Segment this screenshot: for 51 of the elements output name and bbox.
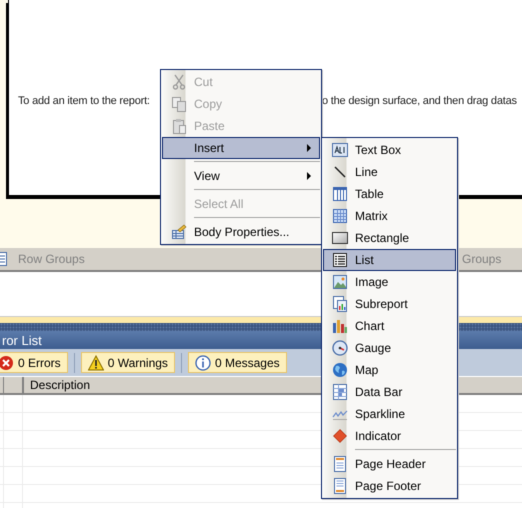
- panel-title: ror List: [2, 332, 42, 348]
- grid-icon: [332, 208, 348, 224]
- menu-item[interactable]: Image: [323, 271, 456, 293]
- properties-icon: [170, 224, 186, 240]
- submenu-arrow-icon: [307, 172, 311, 180]
- menu-item[interactable]: Insert: [162, 137, 320, 159]
- menu-item[interactable]: List: [323, 249, 456, 271]
- diamond-icon: [332, 428, 348, 444]
- menu-item[interactable]: Chart: [323, 315, 456, 337]
- scissors-icon: [170, 74, 186, 90]
- menu-item[interactable]: Matrix: [323, 205, 456, 227]
- filter-button[interactable]: 0 Errors: [0, 352, 68, 373]
- row-groups-label: Row Groups: [18, 252, 85, 266]
- column-groups-label: Groups: [462, 252, 502, 266]
- filter-button[interactable]: 0 Warnings: [80, 352, 175, 373]
- subreport-icon: [332, 296, 348, 312]
- menu-item[interactable]: Data Bar: [323, 381, 456, 403]
- page-header-icon: [332, 456, 348, 472]
- error-icon: [0, 354, 14, 370]
- gauge-icon: [332, 340, 348, 356]
- column-header[interactable]: Description: [24, 377, 90, 393]
- bar-chart-icon: [332, 318, 348, 334]
- paste-icon: [170, 118, 186, 134]
- table-icon: [332, 186, 348, 202]
- menu-item[interactable]: Table: [323, 183, 456, 205]
- submenu-arrow-icon: [307, 144, 311, 152]
- menu-item[interactable]: Page Header: [323, 453, 456, 475]
- rectangle-icon: [332, 230, 348, 246]
- menu-item[interactable]: Page Footer: [323, 475, 456, 497]
- image-icon: [332, 274, 348, 290]
- line-icon: [332, 164, 348, 180]
- menu-item[interactable]: Indicator: [323, 425, 456, 447]
- text-box-icon: [332, 142, 348, 158]
- filter-button[interactable]: 0 Messages: [188, 352, 287, 373]
- menu-item[interactable]: Body Properties...: [162, 221, 320, 243]
- data-bar-icon: [332, 384, 348, 400]
- menu-item[interactable]: Line: [323, 161, 456, 183]
- copy-icon: [170, 96, 186, 112]
- menu-item[interactable]: Sparkline: [323, 403, 456, 425]
- menu-item[interactable]: Subreport: [323, 293, 456, 315]
- page-footer-icon: [332, 478, 348, 494]
- warning-icon: [88, 354, 104, 370]
- menu-item[interactable]: Text Box: [323, 139, 456, 161]
- menu-item[interactable]: View: [162, 165, 320, 187]
- menu-item[interactable]: Gauge: [323, 337, 456, 359]
- menu-item[interactable]: Map: [323, 359, 456, 381]
- info-icon: [194, 354, 211, 370]
- list-icon: [332, 252, 348, 268]
- menu-item[interactable]: Rectangle: [323, 227, 456, 249]
- hint-text: To add an item to the report:: [18, 95, 150, 107]
- globe-icon: [332, 362, 348, 378]
